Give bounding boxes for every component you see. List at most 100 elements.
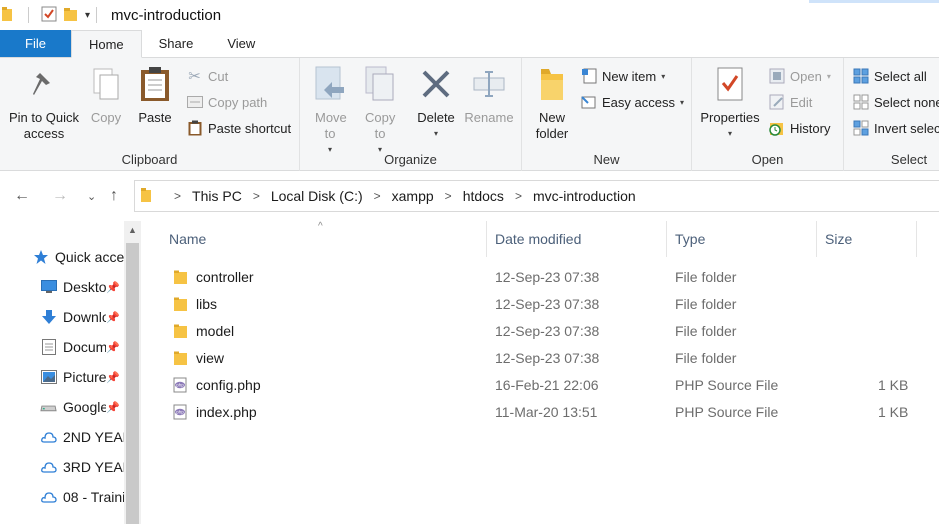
edit-button[interactable]: Edit	[768, 92, 812, 112]
properties-button[interactable]: Properties ▾	[696, 64, 764, 142]
easy-access-button[interactable]: Easy access ▾	[580, 92, 684, 112]
copy-path-label: Copy path	[208, 94, 268, 110]
new-folder-quick-icon[interactable]	[63, 6, 79, 25]
sidebar-item-quick-access[interactable]: Quick access	[32, 248, 124, 265]
file-type: PHP Source File	[675, 377, 779, 393]
select-all-icon	[852, 68, 869, 85]
cloud-icon	[40, 488, 57, 505]
sidebar-item-08-training[interactable]: 08 - Training	[40, 488, 124, 505]
select-none-label: Select none	[874, 94, 939, 110]
group-open: Properties ▾ Open ▾ Edit History Open	[692, 58, 844, 171]
invert-selection-icon	[852, 120, 869, 137]
cloud-icon	[40, 458, 57, 475]
scroll-up-icon[interactable]: ▲	[128, 225, 137, 235]
chevron-right-icon[interactable]: >	[374, 189, 381, 203]
breadcrumb-htdocs[interactable]: htdocs	[463, 188, 504, 204]
file-date: 12-Sep-23 07:38	[495, 269, 600, 285]
back-arrow-icon[interactable]: ←	[14, 187, 30, 205]
forward-arrow-icon[interactable]: →	[52, 187, 68, 205]
move-to-button[interactable]: Move to ▾	[310, 64, 350, 158]
move-to-label: Move to	[315, 110, 347, 141]
sidebar-item-2nd-year[interactable]: 2ND YEAR	[40, 428, 124, 445]
ribbon: Pin to Quick access Copy Paste ✂ Cut Cop…	[0, 58, 939, 171]
chevron-right-icon[interactable]: >	[253, 189, 260, 203]
up-arrow-icon[interactable]: ↑	[110, 187, 118, 205]
select-none-button[interactable]: Select none	[852, 92, 939, 112]
breadcrumb-local-disk[interactable]: Local Disk (C:)	[271, 188, 363, 204]
group-select: Select all Select none Invert selection …	[844, 58, 939, 171]
address-bar[interactable]: > This PC > Local Disk (C:) > xampp > ht…	[134, 180, 939, 212]
svg-text:php: php	[176, 410, 184, 415]
customize-toolbar-icon[interactable]: ▾	[85, 10, 90, 21]
open-dropdown-icon: ▾	[826, 71, 831, 81]
table-row[interactable]: controller 12-Sep-23 07:38 File folder	[143, 263, 939, 290]
tab-home[interactable]: Home	[70, 30, 142, 58]
table-row[interactable]: view 12-Sep-23 07:38 File folder	[143, 344, 939, 371]
sidebar-item-downloads[interactable]: Downloads	[40, 308, 106, 325]
breadcrumb-xampp[interactable]: xampp	[392, 188, 434, 204]
select-all-label: Select all	[874, 68, 927, 84]
open-button[interactable]: Open ▾	[768, 66, 831, 86]
rename-icon	[472, 64, 506, 104]
sidebar-item-3rd-year[interactable]: 3RD YEAR	[40, 458, 124, 475]
file-size: 1 KB	[878, 404, 909, 420]
table-row[interactable]: libs 12-Sep-23 07:38 File folder	[143, 290, 939, 317]
tab-file[interactable]: File	[0, 30, 71, 57]
recent-locations-chevron-icon[interactable]: ⌄	[87, 190, 96, 203]
chevron-right-icon[interactable]: >	[174, 189, 181, 203]
pin-to-quick-access-button[interactable]: Pin to Quick access	[6, 64, 82, 142]
column-header-name[interactable]: Name	[161, 221, 487, 257]
chevron-right-icon[interactable]: >	[445, 189, 452, 203]
file-type: File folder	[675, 350, 737, 366]
copy-label: Copy	[90, 110, 122, 125]
copy-path-button[interactable]: Copy path	[186, 92, 267, 112]
window-title: mvc-introduction	[111, 6, 222, 24]
pinned-icon: 📌	[106, 402, 120, 414]
column-header-size[interactable]: Size	[817, 221, 917, 257]
history-button[interactable]: History	[768, 118, 830, 138]
scissors-icon: ✂	[188, 68, 201, 85]
sidebar-item-label: Quick access	[55, 248, 124, 265]
table-row[interactable]: php config.php 16-Feb-21 22:06 PHP Sourc…	[143, 371, 939, 398]
sidebar-item-desktop[interactable]: Desktop	[40, 278, 106, 295]
navigation-scrollbar[interactable]: ▲	[124, 221, 141, 524]
column-header-date-modified[interactable]: Date modified	[487, 221, 667, 257]
organize-group-label: Organize	[384, 152, 437, 167]
paste-button[interactable]: Paste	[134, 64, 176, 126]
breadcrumb-mvc-introduction[interactable]: mvc-introduction	[533, 188, 636, 204]
select-all-button[interactable]: Select all	[852, 66, 927, 86]
delete-button[interactable]: Delete ▾	[414, 64, 458, 142]
sidebar-item-label: Pictures	[63, 368, 106, 385]
group-new: New folder New item ▾ Easy access ▾ New	[522, 58, 692, 171]
tab-share[interactable]: Share	[142, 30, 211, 57]
copy-button[interactable]: Copy	[86, 64, 126, 126]
group-clipboard: Pin to Quick access Copy Paste ✂ Cut Cop…	[0, 58, 300, 171]
chevron-right-icon[interactable]: >	[515, 189, 522, 203]
sidebar-item-documents[interactable]: Documents	[40, 338, 106, 355]
properties-check-icon[interactable]	[41, 6, 57, 25]
sidebar-item-pictures[interactable]: Pictures	[40, 368, 106, 385]
column-header-type[interactable]: Type	[667, 221, 817, 257]
cut-button[interactable]: ✂ Cut	[186, 66, 228, 86]
download-icon	[40, 308, 57, 325]
rename-button[interactable]: Rename	[464, 64, 514, 126]
sidebar-item-label: 08 - Training	[63, 488, 124, 505]
copy-path-icon	[186, 94, 203, 111]
file-type: PHP Source File	[675, 404, 779, 420]
scrollbar-thumb[interactable]	[126, 243, 139, 524]
table-row[interactable]: php index.php 11-Mar-20 13:51 PHP Source…	[143, 398, 939, 425]
new-folder-label: New folder	[535, 110, 569, 141]
move-to-icon	[313, 64, 347, 104]
sidebar-item-google-drive[interactable]: Google Drive	[40, 398, 106, 415]
invert-selection-button[interactable]: Invert selection	[852, 118, 939, 138]
rename-label: Rename	[464, 110, 514, 125]
copy-to-button[interactable]: Copy to ▾	[360, 64, 400, 158]
toolbar-divider	[28, 7, 29, 23]
paste-shortcut-button[interactable]: Paste shortcut	[186, 118, 291, 138]
breadcrumb-this-pc[interactable]: This PC	[192, 188, 242, 204]
pinned-icon: 📌	[106, 372, 120, 384]
new-item-button[interactable]: New item ▾	[580, 66, 665, 86]
new-folder-button[interactable]: New folder	[530, 64, 574, 142]
table-row[interactable]: model 12-Sep-23 07:38 File folder	[143, 317, 939, 344]
tab-view[interactable]: View	[210, 30, 272, 57]
